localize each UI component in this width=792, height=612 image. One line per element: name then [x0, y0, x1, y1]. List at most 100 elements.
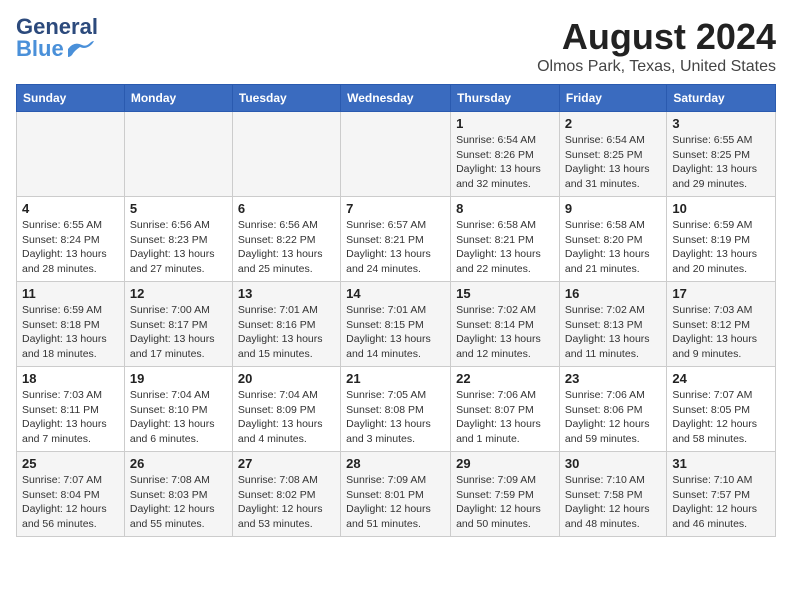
- calendar-table: SundayMondayTuesdayWednesdayThursdayFrid…: [16, 84, 776, 537]
- day-number: 10: [672, 201, 770, 216]
- day-number: 22: [456, 371, 554, 386]
- calendar-cell: [17, 112, 125, 197]
- day-info: Sunrise: 7:04 AMSunset: 8:10 PMDaylight:…: [130, 388, 227, 447]
- calendar-cell: 22 Sunrise: 7:06 AMSunset: 8:07 PMDayligh…: [451, 367, 560, 452]
- day-info: Sunrise: 7:10 AMSunset: 7:57 PMDaylight:…: [672, 473, 770, 532]
- calendar-cell: [232, 112, 340, 197]
- calendar-cell: 10 Sunrise: 6:59 AMSunset: 8:19 PMDayligh…: [667, 197, 776, 282]
- day-number: 18: [22, 371, 119, 386]
- calendar-cell: 14 Sunrise: 7:01 AMSunset: 8:15 PMDayligh…: [341, 282, 451, 367]
- calendar-cell: 25Sunrise: 7:07 AMSunset: 8:04 PMDayligh…: [17, 452, 125, 537]
- weekday-header-sunday: Sunday: [17, 85, 125, 112]
- day-number: 8: [456, 201, 554, 216]
- calendar-cell: 30Sunrise: 7:10 AMSunset: 7:58 PMDayligh…: [559, 452, 666, 537]
- calendar-cell: 5 Sunrise: 6:56 AMSunset: 8:23 PMDaylight…: [124, 197, 232, 282]
- calendar-cell: 6Sunrise: 6:56 AMSunset: 8:22 PMDaylight…: [232, 197, 340, 282]
- weekday-header-tuesday: Tuesday: [232, 85, 340, 112]
- calendar-cell: 20 Sunrise: 7:04 AMSunset: 8:09 PMDayligh…: [232, 367, 340, 452]
- day-number: 13: [238, 286, 335, 301]
- calendar-cell: 21 Sunrise: 7:05 AMSunset: 8:08 PMDayligh…: [341, 367, 451, 452]
- calendar-cell: 2 Sunrise: 6:54 AMSunset: 8:25 PMDaylight…: [559, 112, 666, 197]
- calendar-cell: 19 Sunrise: 7:04 AMSunset: 8:10 PMDayligh…: [124, 367, 232, 452]
- calendar-cell: 9 Sunrise: 6:58 AMSunset: 8:20 PMDaylight…: [559, 197, 666, 282]
- day-info: Sunrise: 7:01 AMSunset: 8:16 PMDaylight:…: [238, 303, 335, 362]
- day-info: Sunrise: 7:02 AMSunset: 8:13 PMDaylight:…: [565, 303, 661, 362]
- day-info: Sunrise: 7:00 AMSunset: 8:17 PMDaylight:…: [130, 303, 227, 362]
- day-info: Sunrise: 7:01 AMSunset: 8:15 PMDaylight:…: [346, 303, 445, 362]
- logo: General Blue: [16, 16, 98, 60]
- calendar-cell: 11Sunrise: 6:59 AMSunset: 8:18 PMDayligh…: [17, 282, 125, 367]
- day-info: Sunrise: 7:06 AMSunset: 8:06 PMDaylight:…: [565, 388, 661, 447]
- day-number: 26: [130, 456, 227, 471]
- day-info: Sunrise: 6:55 AMSunset: 8:24 PMDaylight:…: [22, 218, 119, 277]
- day-number: 15: [456, 286, 554, 301]
- calendar-cell: 7Sunrise: 6:57 AMSunset: 8:21 PMDaylight…: [341, 197, 451, 282]
- day-number: 2: [565, 116, 661, 131]
- day-info: Sunrise: 6:54 AMSunset: 8:25 PMDaylight:…: [565, 133, 661, 192]
- day-number: 25: [22, 456, 119, 471]
- weekday-header-saturday: Saturday: [667, 85, 776, 112]
- subtitle: Olmos Park, Texas, United States: [537, 58, 776, 76]
- day-info: Sunrise: 7:08 AMSunset: 8:03 PMDaylight:…: [130, 473, 227, 532]
- day-info: Sunrise: 7:10 AMSunset: 7:58 PMDaylight:…: [565, 473, 661, 532]
- day-info: Sunrise: 6:58 AMSunset: 8:20 PMDaylight:…: [565, 218, 661, 277]
- day-number: 14: [346, 286, 445, 301]
- weekday-header-wednesday: Wednesday: [341, 85, 451, 112]
- day-info: Sunrise: 7:03 AMSunset: 8:11 PMDaylight:…: [22, 388, 119, 447]
- day-info: Sunrise: 6:59 AMSunset: 8:19 PMDaylight:…: [672, 218, 770, 277]
- day-number: 28: [346, 456, 445, 471]
- day-info: Sunrise: 6:55 AMSunset: 8:25 PMDaylight:…: [672, 133, 770, 192]
- day-number: 5: [130, 201, 227, 216]
- day-number: 24: [672, 371, 770, 386]
- calendar-cell: 27 Sunrise: 7:08 AMSunset: 8:02 PMDayligh…: [232, 452, 340, 537]
- calendar-cell: 1 Sunrise: 6:54 AMSunset: 8:26 PMDaylight…: [451, 112, 560, 197]
- day-info: Sunrise: 7:02 AMSunset: 8:14 PMDaylight:…: [456, 303, 554, 362]
- day-info: Sunrise: 7:05 AMSunset: 8:08 PMDaylight:…: [346, 388, 445, 447]
- logo-text: General Blue: [16, 16, 98, 60]
- calendar-cell: 24 Sunrise: 7:07 AMSunset: 8:05 PMDayligh…: [667, 367, 776, 452]
- day-info: Sunrise: 7:09 AMSunset: 8:01 PMDaylight:…: [346, 473, 445, 532]
- day-number: 11: [22, 286, 119, 301]
- day-number: 19: [130, 371, 227, 386]
- day-number: 4: [22, 201, 119, 216]
- calendar-header-row: SundayMondayTuesdayWednesdayThursdayFrid…: [17, 85, 776, 112]
- calendar-week-5: 25Sunrise: 7:07 AMSunset: 8:04 PMDayligh…: [17, 452, 776, 537]
- day-number: 7: [346, 201, 445, 216]
- calendar-cell: 17Sunrise: 7:03 AMSunset: 8:12 PMDayligh…: [667, 282, 776, 367]
- day-number: 23: [565, 371, 661, 386]
- day-number: 27: [238, 456, 335, 471]
- day-number: 20: [238, 371, 335, 386]
- calendar-cell: 15 Sunrise: 7:02 AMSunset: 8:14 PMDayligh…: [451, 282, 560, 367]
- day-number: 17: [672, 286, 770, 301]
- calendar-cell: 26 Sunrise: 7:08 AMSunset: 8:03 PMDayligh…: [124, 452, 232, 537]
- day-number: 3: [672, 116, 770, 131]
- calendar-cell: 13 Sunrise: 7:01 AMSunset: 8:16 PMDayligh…: [232, 282, 340, 367]
- calendar-cell: 18 Sunrise: 7:03 AMSunset: 8:11 PMDayligh…: [17, 367, 125, 452]
- weekday-header-friday: Friday: [559, 85, 666, 112]
- day-info: Sunrise: 7:08 AMSunset: 8:02 PMDaylight:…: [238, 473, 335, 532]
- day-number: 16: [565, 286, 661, 301]
- calendar-cell: 3 Sunrise: 6:55 AMSunset: 8:25 PMDaylight…: [667, 112, 776, 197]
- day-info: Sunrise: 7:06 AMSunset: 8:07 PMDaylight:…: [456, 388, 554, 447]
- day-info: Sunrise: 6:58 AMSunset: 8:21 PMDaylight:…: [456, 218, 554, 277]
- page-header: General Blue August 2024 Olmos Park, Tex…: [16, 16, 776, 76]
- calendar-cell: [124, 112, 232, 197]
- day-info: Sunrise: 7:07 AMSunset: 8:05 PMDaylight:…: [672, 388, 770, 447]
- day-info: Sunrise: 6:56 AMSunset: 8:23 PMDaylight:…: [130, 218, 227, 277]
- day-number: 31: [672, 456, 770, 471]
- day-number: 9: [565, 201, 661, 216]
- weekday-header-monday: Monday: [124, 85, 232, 112]
- calendar-cell: [341, 112, 451, 197]
- calendar-cell: 28 Sunrise: 7:09 AMSunset: 8:01 PMDayligh…: [341, 452, 451, 537]
- day-info: Sunrise: 7:04 AMSunset: 8:09 PMDaylight:…: [238, 388, 335, 447]
- title-section: August 2024 Olmos Park, Texas, United St…: [537, 16, 776, 76]
- main-title: August 2024: [537, 16, 776, 58]
- calendar-week-4: 18 Sunrise: 7:03 AMSunset: 8:11 PMDayligh…: [17, 367, 776, 452]
- calendar-cell: 29Sunrise: 7:09 AMSunset: 7:59 PMDayligh…: [451, 452, 560, 537]
- day-number: 12: [130, 286, 227, 301]
- day-number: 21: [346, 371, 445, 386]
- day-number: 6: [238, 201, 335, 216]
- day-info: Sunrise: 6:54 AMSunset: 8:26 PMDaylight:…: [456, 133, 554, 192]
- day-number: 1: [456, 116, 554, 131]
- calendar-week-3: 11Sunrise: 6:59 AMSunset: 8:18 PMDayligh…: [17, 282, 776, 367]
